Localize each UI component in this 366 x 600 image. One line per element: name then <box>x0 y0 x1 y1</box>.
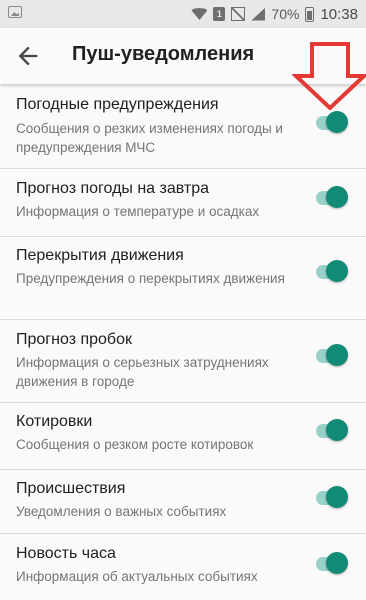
signal-icon <box>251 7 266 21</box>
setting-title: Погодные предупреждения <box>16 96 219 113</box>
gallery-notification-icon <box>8 6 22 18</box>
road-closures-toggle[interactable] <box>316 260 348 284</box>
setting-subtitle: Информация о температуре и осадках <box>16 204 260 219</box>
setting-title: Прогноз пробок <box>16 331 132 348</box>
setting-subtitle: Сообщения о резком росте котировок <box>16 437 254 452</box>
setting-title: Новость часа <box>16 545 116 562</box>
news-of-hour-toggle[interactable] <box>316 552 348 576</box>
quotes-toggle[interactable] <box>316 419 348 443</box>
incidents-toggle[interactable] <box>316 486 348 510</box>
setting-item[interactable]: Прогноз пробок Информация о серьезных за… <box>0 320 366 402</box>
annotation-arrow-icon <box>292 42 366 110</box>
traffic-forecast-toggle[interactable] <box>316 344 348 368</box>
setting-item[interactable]: Котировки Сообщения о резком росте котир… <box>0 403 366 469</box>
setting-item[interactable]: Новость часа Информация об актуальных со… <box>0 534 366 600</box>
setting-title: Происшествия <box>16 480 126 497</box>
battery-percent: 70% <box>271 6 300 22</box>
setting-subtitle: Информация об актуальных событиях <box>16 569 258 584</box>
setting-subtitle: Предупреждения о перекрытиях движения <box>16 271 285 286</box>
battery-icon <box>305 6 315 22</box>
status-time: 10:38 <box>320 5 358 23</box>
weather-warnings-toggle[interactable] <box>316 111 348 135</box>
status-bar: 1 70% 10:38 <box>0 0 366 28</box>
setting-title: Прогноз погоды на завтра <box>16 180 210 197</box>
no-signal-icon <box>231 7 246 21</box>
sim-icon: 1 <box>213 7 226 21</box>
setting-item[interactable]: Прогноз погоды на завтра Информация о те… <box>0 169 366 236</box>
setting-item[interactable]: Происшествия Уведомления о важных событи… <box>0 470 366 533</box>
setting-title: Котировки <box>16 413 93 430</box>
setting-subtitle: Информация о серьезных затруднениях движ… <box>16 355 269 389</box>
status-icons: 1 70% 10:38 <box>191 5 358 23</box>
setting-item[interactable]: Перекрытия движения Предупреждения о пер… <box>0 237 366 319</box>
setting-subtitle: Уведомления о важных событиях <box>16 504 227 519</box>
page-title: Пуш-уведомления <box>72 43 255 65</box>
weather-tomorrow-toggle[interactable] <box>316 186 348 210</box>
setting-subtitle: Сообщения о резких изменениях погоды и п… <box>16 121 283 155</box>
wifi-icon <box>191 8 208 20</box>
arrow-left-icon[interactable] <box>14 42 42 70</box>
setting-title: Перекрытия движения <box>16 247 184 264</box>
